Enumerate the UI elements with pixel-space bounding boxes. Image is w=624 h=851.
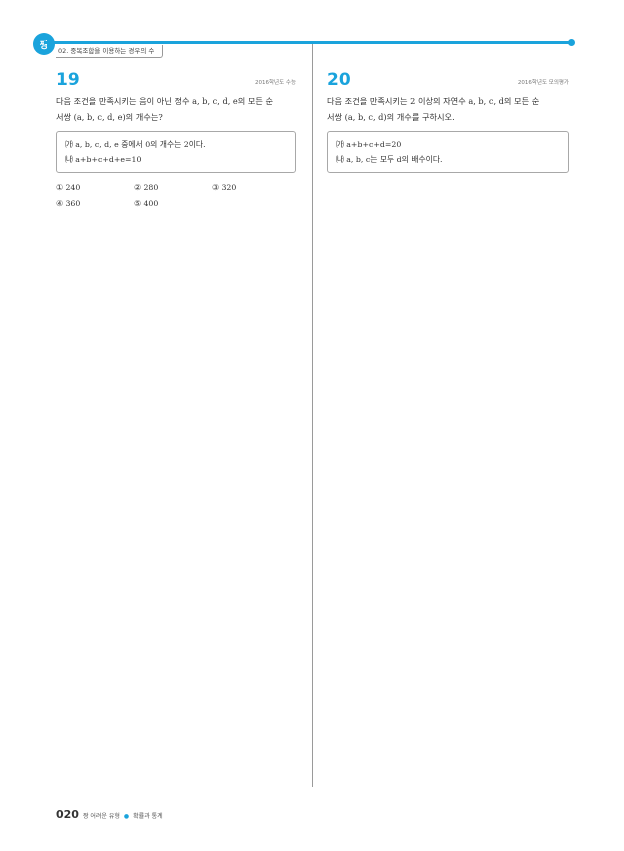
book-title: 짱 어려운 유형: [82, 813, 120, 820]
question-text: 다음 조건을 만족시키는 2 이상의 자연수 a, b, c, d의 모든 순 …: [327, 93, 569, 125]
header-rule: [44, 41, 571, 44]
problem-20: 20 2016학년도 모의평가 다음 조건을 만족시키는 2 이상의 자연수 a…: [327, 70, 569, 173]
condition-b: ㈏ a+b+c+d+e=10: [65, 155, 142, 164]
question-line: 서쌍 (a, b, c, d)의 개수를 구하시오.: [327, 112, 455, 122]
choice-1[interactable]: ① 240: [56, 182, 134, 194]
conditions-box: ㈎ a+b+c+d=20 ㈏ a, b, c는 모두 d의 배수이다.: [327, 131, 569, 173]
question-text: 다음 조건을 만족시키는 음이 아닌 정수 a, b, c, d, e의 모든 …: [56, 93, 296, 125]
problem-19: 19 2016학년도 수능 다음 조건을 만족시키는 음이 아닌 정수 a, b…: [56, 70, 296, 210]
choice-4[interactable]: ④ 360: [56, 198, 134, 210]
bullet-icon: ●: [123, 813, 130, 820]
condition-a: ㈎ a, b, c, d, e 중에서 0의 개수는 2이다.: [65, 140, 206, 149]
chapter-title: 확률과 통계: [133, 813, 163, 820]
page-number: 020: [56, 808, 79, 821]
header-rule-end-dot: [568, 39, 575, 46]
choice-5[interactable]: ⑤ 400: [134, 198, 212, 210]
brand-logo: 짱: [33, 33, 55, 55]
page-footer: 020 짱 어려운 유형 ● 확률과 통계: [56, 808, 163, 821]
problem-source: 2016학년도 수능: [254, 80, 296, 86]
question-line: 다음 조건을 만족시키는 2 이상의 자연수 a, b, c, d의 모든 순: [327, 96, 540, 106]
condition-a: ㈎ a+b+c+d=20: [336, 140, 402, 149]
choice-3[interactable]: ③ 320: [212, 182, 290, 194]
conditions-box: ㈎ a, b, c, d, e 중에서 0의 개수는 2이다. ㈏ a+b+c+…: [56, 131, 296, 173]
section-title: 02. 중복조합을 이용하는 경우의 수: [56, 45, 164, 58]
choice-2[interactable]: ② 280: [134, 182, 212, 194]
question-line: 서쌍 (a, b, c, d, e)의 개수는?: [56, 112, 163, 122]
problem-source: 2016학년도 모의평가: [517, 80, 569, 86]
question-line: 다음 조건을 만족시키는 음이 아닌 정수 a, b, c, d, e의 모든 …: [56, 96, 274, 106]
answer-choices: ① 240 ② 280 ③ 320 ④ 360 ⑤ 400: [56, 182, 296, 210]
condition-b: ㈏ a, b, c는 모두 d의 배수이다.: [336, 155, 443, 164]
column-divider: [312, 44, 313, 787]
